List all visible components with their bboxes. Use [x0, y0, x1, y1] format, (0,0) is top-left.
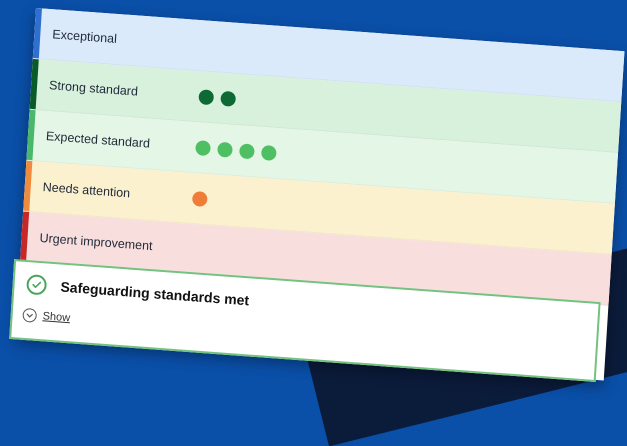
- safeguarding-header: Safeguarding standards met: [26, 274, 250, 310]
- rating-dots: [191, 190, 208, 207]
- rating-dots: [198, 88, 237, 107]
- rating-label: Exceptional: [51, 27, 118, 46]
- rating-dot: [220, 90, 237, 107]
- rating-dot: [217, 141, 233, 158]
- rating-dot: [238, 142, 255, 159]
- safeguarding-title: Safeguarding standards met: [60, 278, 250, 309]
- rating-label: Expected standard: [45, 129, 151, 151]
- rating-dots: [195, 139, 277, 161]
- chevron-down-icon[interactable]: [22, 307, 38, 323]
- show-toggle[interactable]: Show: [22, 307, 70, 325]
- rating-dot: [191, 190, 208, 207]
- rating-dot: [195, 139, 212, 156]
- rating-label: Needs attention: [42, 179, 131, 201]
- rating-label: Urgent improvement: [39, 230, 153, 254]
- rating-dot: [198, 88, 215, 105]
- rating-dot: [260, 144, 277, 161]
- show-link[interactable]: Show: [42, 310, 70, 324]
- report-card: Exceptional Strong standard Expected sta…: [9, 8, 625, 382]
- check-circle-icon: [26, 274, 48, 296]
- rating-table: Exceptional Strong standard Expected sta…: [19, 8, 625, 306]
- rating-label: Strong standard: [48, 78, 139, 99]
